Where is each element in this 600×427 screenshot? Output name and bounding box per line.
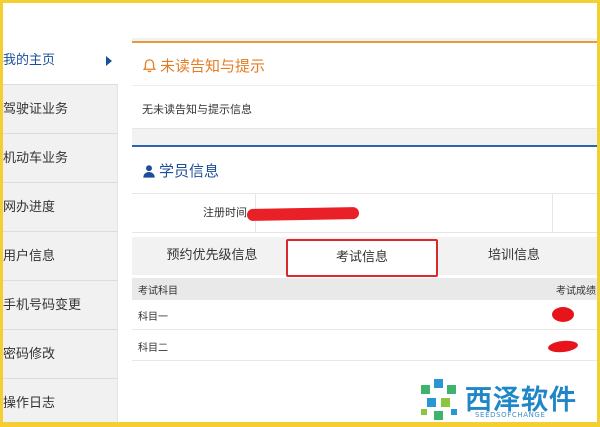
notice-body: 无未读告知与提示信息 [142, 103, 252, 116]
sidebar-item-label: 操作日志 [3, 396, 56, 411]
sidebar-item-password[interactable]: 密码修改 [0, 330, 118, 379]
exam-table-header: 考试科目 考试成绩 [132, 278, 600, 300]
sidebar-item-progress[interactable]: 网办进度 [0, 183, 118, 232]
column-header-subject: 考试科目 [138, 286, 178, 297]
sidebar-item-user-info[interactable]: 用户信息 [0, 232, 118, 281]
watermark: 西泽软件 SEEDSOFCHANGE [417, 376, 587, 424]
table-row: 科目二 [132, 331, 600, 361]
chevron-right-icon [106, 56, 112, 66]
notice-title-text: 未读告知与提示 [160, 57, 266, 75]
sidebar-item-driving-license[interactable]: 驾驶证业务 [0, 85, 118, 134]
divider [132, 85, 600, 86]
sidebar-item-label: 驾驶证业务 [3, 102, 69, 117]
sidebar-item-label: 我的主页 [3, 53, 56, 68]
table-row: 科目一 [132, 300, 600, 330]
exam-subject: 科目一 [138, 312, 168, 323]
bell-icon [142, 59, 157, 73]
divider [552, 194, 553, 232]
sidebar-item-operation-log[interactable]: 操作日志 [0, 379, 118, 427]
sidebar-nav: 我的主页 驾驶证业务 机动车业务 网办进度 用户信息 手机号码变更 密码修改 操… [0, 36, 118, 427]
exam-subject: 科目二 [138, 343, 168, 354]
register-time-label: 注册时间 [203, 206, 247, 219]
student-info-title-text: 学员信息 [159, 162, 220, 180]
main-content: 未读告知与提示 无未读告知与提示信息 学员信息 注册时间 预约优先级信息 考试信… [132, 38, 600, 427]
notice-title: 未读告知与提示 [142, 55, 265, 76]
sidebar-item-vehicle[interactable]: 机动车业务 [0, 134, 118, 183]
sidebar-item-label: 用户信息 [3, 249, 56, 264]
notice-panel: 未读告知与提示 无未读告知与提示信息 [132, 41, 600, 129]
column-header-score: 考试成绩 [556, 286, 596, 297]
sidebar-item-label: 机动车业务 [3, 151, 69, 166]
score-redacted-value [552, 307, 574, 322]
watermark-logo-icon [421, 379, 457, 420]
sidebar-item-label: 网办进度 [3, 200, 56, 215]
student-info-title: 学员信息 [142, 160, 219, 181]
user-icon [143, 165, 155, 178]
sidebar-item-phone-change[interactable]: 手机号码变更 [0, 281, 118, 330]
sidebar-item-home[interactable]: 我的主页 [0, 36, 118, 85]
watermark-subtext: SEEDSOFCHANGE [475, 411, 546, 419]
register-time-redacted-value [246, 207, 360, 221]
sidebar-item-label: 密码修改 [3, 347, 56, 362]
tab-reservation-priority[interactable]: 预约优先级信息 [147, 237, 277, 275]
tab-training-info[interactable]: 培训信息 [454, 237, 574, 275]
register-time-row: 注册时间 [132, 193, 600, 233]
tab-exam-info[interactable]: 考试信息 [286, 239, 438, 277]
sidebar-item-label: 手机号码变更 [3, 298, 82, 313]
info-tabs: 预约优先级信息 考试信息 培训信息 [132, 237, 600, 277]
score-redacted-value [547, 339, 579, 354]
